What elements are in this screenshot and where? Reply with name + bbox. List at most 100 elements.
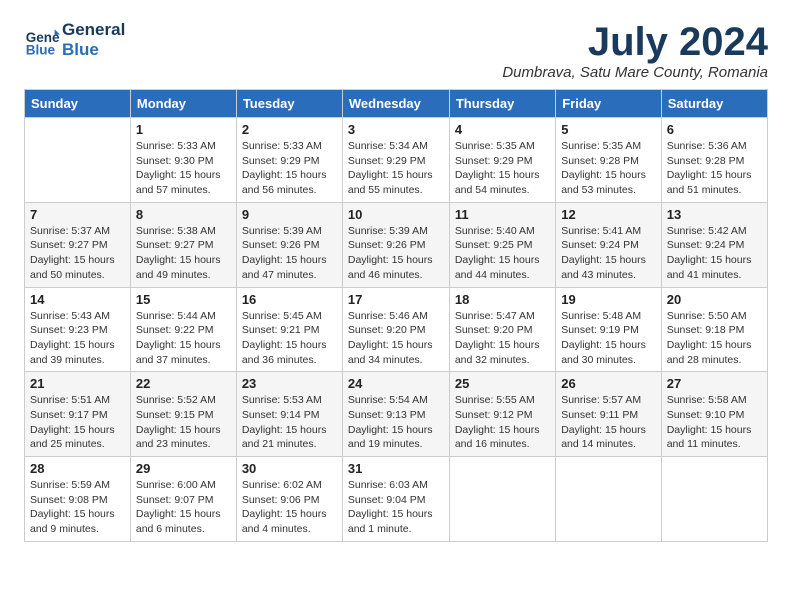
- day-number: 30: [242, 461, 337, 476]
- day-number: 27: [667, 376, 762, 391]
- calendar-cell: 9 Sunrise: 5:39 AMSunset: 9:26 PMDaylight…: [236, 202, 342, 287]
- day-number: 19: [561, 292, 656, 307]
- calendar-cell: 16 Sunrise: 5:45 AMSunset: 9:21 PMDayligh…: [236, 287, 342, 372]
- day-number: 13: [667, 207, 762, 222]
- calendar-cell: 28 Sunrise: 5:59 AMSunset: 9:08 PMDayligh…: [25, 457, 131, 542]
- day-detail: Sunrise: 5:45 AMSunset: 9:21 PMDaylight:…: [242, 309, 337, 368]
- day-number: 23: [242, 376, 337, 391]
- day-detail: Sunrise: 5:59 AMSunset: 9:08 PMDaylight:…: [30, 478, 125, 537]
- day-number: 17: [348, 292, 444, 307]
- calendar-cell: 3Sunrise: 5:34 AMSunset: 9:29 PMDaylight…: [342, 118, 449, 203]
- day-detail: Sunrise: 5:48 AMSunset: 9:19 PMDaylight:…: [561, 309, 656, 368]
- title-block: July 2024 Dumbrava, Satu Mare County, Ro…: [502, 20, 768, 81]
- calendar-cell: 30 Sunrise: 6:02 AMSunset: 9:06 PMDayligh…: [236, 457, 342, 542]
- day-number: 31: [348, 461, 444, 476]
- calendar-cell: 15 Sunrise: 5:44 AMSunset: 9:22 PMDayligh…: [130, 287, 236, 372]
- day-number: 4: [455, 122, 550, 137]
- calendar-cell: [556, 457, 662, 542]
- calendar-cell: 31 Sunrise: 6:03 AMSunset: 9:04 PMDayligh…: [342, 457, 449, 542]
- day-number: 18: [455, 292, 550, 307]
- day-detail: Sunrise: 5:55 AMSunset: 9:12 PMDaylight:…: [455, 393, 550, 452]
- day-number: 10: [348, 207, 444, 222]
- calendar-cell: 7Sunrise: 5:37 AMSunset: 9:27 PMDaylight…: [25, 202, 131, 287]
- calendar-cell: 20 Sunrise: 5:50 AMSunset: 9:18 PMDayligh…: [661, 287, 767, 372]
- calendar-cell: 29 Sunrise: 6:00 AMSunset: 9:07 PMDayligh…: [130, 457, 236, 542]
- calendar-cell: 6 Sunrise: 5:36 AMSunset: 9:28 PMDaylight…: [661, 118, 767, 203]
- calendar-title: July 2024: [502, 20, 768, 64]
- logo-general: General: [62, 20, 125, 40]
- day-number: 21: [30, 376, 125, 391]
- day-detail: Sunrise: 5:46 AMSunset: 9:20 PMDaylight:…: [348, 309, 444, 368]
- day-detail: Sunrise: 5:39 AMSunset: 9:26 PMDaylight:…: [348, 224, 444, 283]
- day-header-friday: Friday: [556, 90, 662, 118]
- calendar-cell: 10 Sunrise: 5:39 AMSunset: 9:26 PMDayligh…: [342, 202, 449, 287]
- day-detail: Sunrise: 5:52 AMSunset: 9:15 PMDaylight:…: [136, 393, 231, 452]
- calendar-week-3: 14 Sunrise: 5:43 AMSunset: 9:23 PMDayligh…: [25, 287, 768, 372]
- day-header-saturday: Saturday: [661, 90, 767, 118]
- day-number: 26: [561, 376, 656, 391]
- day-number: 6: [667, 122, 762, 137]
- calendar-cell: 19 Sunrise: 5:48 AMSunset: 9:19 PMDayligh…: [556, 287, 662, 372]
- day-detail: Sunrise: 5:44 AMSunset: 9:22 PMDaylight:…: [136, 309, 231, 368]
- calendar-cell: 18Sunrise: 5:47 AMSunset: 9:20 PMDayligh…: [449, 287, 555, 372]
- day-detail: Sunrise: 6:02 AMSunset: 9:06 PMDaylight:…: [242, 478, 337, 537]
- calendar-subtitle: Dumbrava, Satu Mare County, Romania: [502, 64, 768, 81]
- day-detail: Sunrise: 5:36 AMSunset: 9:28 PMDaylight:…: [667, 139, 762, 198]
- calendar-cell: 2 Sunrise: 5:33 AMSunset: 9:29 PMDaylight…: [236, 118, 342, 203]
- day-header-thursday: Thursday: [449, 90, 555, 118]
- calendar-week-5: 28 Sunrise: 5:59 AMSunset: 9:08 PMDayligh…: [25, 457, 768, 542]
- calendar-week-4: 21Sunrise: 5:51 AMSunset: 9:17 PMDayligh…: [25, 372, 768, 457]
- day-detail: Sunrise: 5:50 AMSunset: 9:18 PMDaylight:…: [667, 309, 762, 368]
- day-detail: Sunrise: 5:54 AMSunset: 9:13 PMDaylight:…: [348, 393, 444, 452]
- calendar-cell: 24 Sunrise: 5:54 AMSunset: 9:13 PMDayligh…: [342, 372, 449, 457]
- day-detail: Sunrise: 5:34 AMSunset: 9:29 PMDaylight:…: [348, 139, 444, 198]
- day-detail: Sunrise: 5:33 AMSunset: 9:29 PMDaylight:…: [242, 139, 337, 198]
- day-number: 15: [136, 292, 231, 307]
- day-detail: Sunrise: 5:35 AMSunset: 9:28 PMDaylight:…: [561, 139, 656, 198]
- day-number: 28: [30, 461, 125, 476]
- day-number: 22: [136, 376, 231, 391]
- day-detail: Sunrise: 6:03 AMSunset: 9:04 PMDaylight:…: [348, 478, 444, 537]
- logo-icon: General Blue: [24, 22, 60, 58]
- calendar-cell: 4 Sunrise: 5:35 AMSunset: 9:29 PMDaylight…: [449, 118, 555, 203]
- calendar-cell: 21Sunrise: 5:51 AMSunset: 9:17 PMDayligh…: [25, 372, 131, 457]
- day-detail: Sunrise: 5:42 AMSunset: 9:24 PMDaylight:…: [667, 224, 762, 283]
- day-number: 14: [30, 292, 125, 307]
- day-detail: Sunrise: 5:53 AMSunset: 9:14 PMDaylight:…: [242, 393, 337, 452]
- calendar-cell: 13 Sunrise: 5:42 AMSunset: 9:24 PMDayligh…: [661, 202, 767, 287]
- calendar-week-1: 1 Sunrise: 5:33 AMSunset: 9:30 PMDaylight…: [25, 118, 768, 203]
- page-header: General Blue General Blue July 2024 Dumb…: [24, 20, 768, 81]
- calendar-cell: [661, 457, 767, 542]
- day-number: 11: [455, 207, 550, 222]
- day-number: 12: [561, 207, 656, 222]
- day-number: 9: [242, 207, 337, 222]
- svg-text:Blue: Blue: [26, 42, 56, 57]
- day-detail: Sunrise: 5:33 AMSunset: 9:30 PMDaylight:…: [136, 139, 231, 198]
- calendar-cell: 25 Sunrise: 5:55 AMSunset: 9:12 PMDayligh…: [449, 372, 555, 457]
- day-detail: Sunrise: 5:58 AMSunset: 9:10 PMDaylight:…: [667, 393, 762, 452]
- day-number: 20: [667, 292, 762, 307]
- calendar-cell: [25, 118, 131, 203]
- day-number: 2: [242, 122, 337, 137]
- day-number: 1: [136, 122, 231, 137]
- logo: General Blue General Blue: [24, 20, 125, 59]
- day-header-sunday: Sunday: [25, 90, 131, 118]
- calendar-cell: 26Sunrise: 5:57 AMSunset: 9:11 PMDayligh…: [556, 372, 662, 457]
- day-number: 29: [136, 461, 231, 476]
- calendar-cell: [449, 457, 555, 542]
- day-detail: Sunrise: 5:38 AMSunset: 9:27 PMDaylight:…: [136, 224, 231, 283]
- day-detail: Sunrise: 5:39 AMSunset: 9:26 PMDaylight:…: [242, 224, 337, 283]
- calendar-cell: 8Sunrise: 5:38 AMSunset: 9:27 PMDaylight…: [130, 202, 236, 287]
- calendar-table: SundayMondayTuesdayWednesdayThursdayFrid…: [24, 89, 768, 542]
- calendar-cell: 12Sunrise: 5:41 AMSunset: 9:24 PMDayligh…: [556, 202, 662, 287]
- calendar-cell: 1 Sunrise: 5:33 AMSunset: 9:30 PMDaylight…: [130, 118, 236, 203]
- day-number: 24: [348, 376, 444, 391]
- day-detail: Sunrise: 5:43 AMSunset: 9:23 PMDaylight:…: [30, 309, 125, 368]
- day-detail: Sunrise: 5:35 AMSunset: 9:29 PMDaylight:…: [455, 139, 550, 198]
- day-detail: Sunrise: 5:40 AMSunset: 9:25 PMDaylight:…: [455, 224, 550, 283]
- day-number: 16: [242, 292, 337, 307]
- day-detail: Sunrise: 6:00 AMSunset: 9:07 PMDaylight:…: [136, 478, 231, 537]
- calendar-cell: 27 Sunrise: 5:58 AMSunset: 9:10 PMDayligh…: [661, 372, 767, 457]
- day-number: 25: [455, 376, 550, 391]
- day-header-wednesday: Wednesday: [342, 90, 449, 118]
